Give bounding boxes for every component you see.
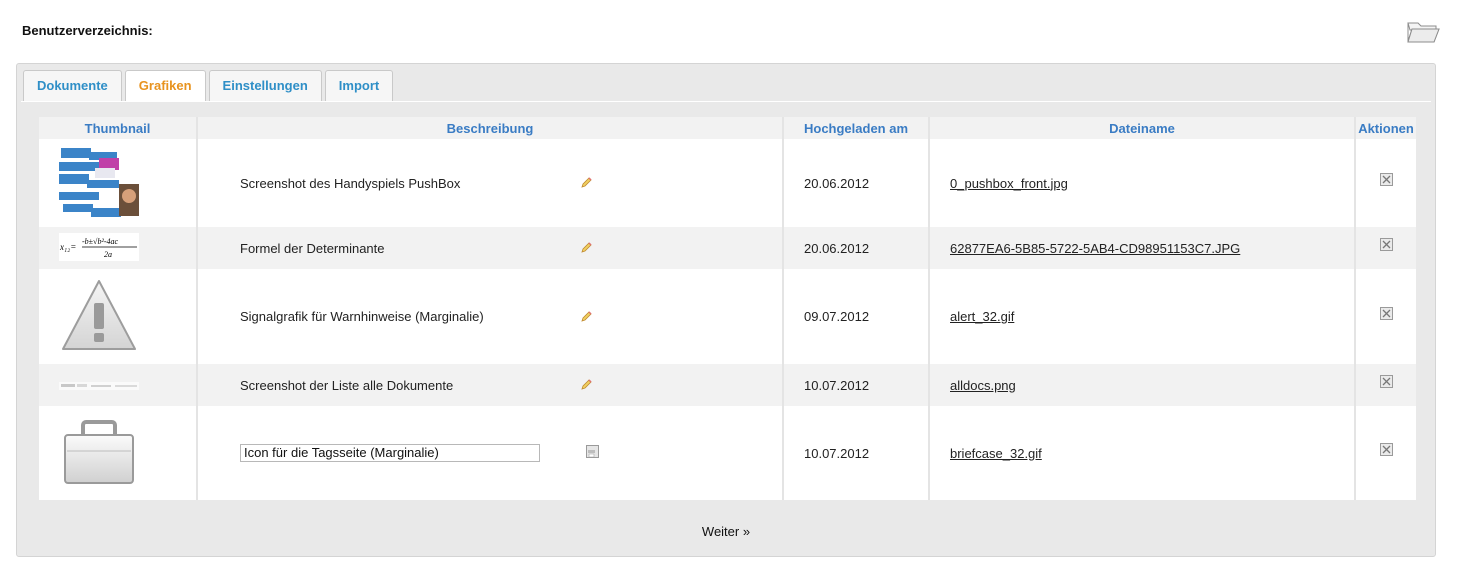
- table-row: Screenshot der Liste alle Dokumente 10.0…: [39, 364, 1416, 406]
- graphics-table: Thumbnail Beschreibung Hochgeladen am Da…: [39, 117, 1416, 500]
- description-cell: Screenshot der Liste alle Dokumente: [197, 364, 784, 406]
- description-cell: Screenshot des Handyspiels PushBox: [197, 139, 784, 227]
- svg-text:2a: 2a: [104, 250, 112, 259]
- description-text: Signalgrafik für Warnhinweise (Marginali…: [240, 309, 484, 324]
- description-cell: Formel der Determinante: [197, 227, 784, 269]
- actions-cell: [1355, 364, 1416, 406]
- table-row: x₁₂= -b±√b²-4ac 2a Formel der Determinan…: [39, 227, 1416, 269]
- filename-link[interactable]: briefcase_32.gif: [950, 446, 1042, 461]
- description-text: Formel der Determinante: [240, 240, 385, 256]
- date-cell: 20.06.2012: [783, 139, 930, 227]
- pencil-edit-icon[interactable]: [580, 379, 592, 391]
- filename-link[interactable]: 0_pushbox_front.jpg: [950, 176, 1068, 191]
- filename-cell: alldocs.png: [929, 364, 1356, 406]
- thumbnail-cell: [39, 269, 198, 364]
- date-cell: 09.07.2012: [783, 269, 930, 364]
- svg-text:-b±√b²-4ac: -b±√b²-4ac: [82, 237, 119, 246]
- briefcase-thumbnail[interactable]: [59, 417, 139, 487]
- column-header-description: Beschreibung: [197, 117, 784, 139]
- content-panel: Dokumente Grafiken Einstellungen Import …: [16, 63, 1436, 557]
- pencil-edit-icon[interactable]: [580, 310, 592, 323]
- actions-cell: [1355, 139, 1416, 227]
- tab-dokumente[interactable]: Dokumente: [23, 70, 122, 101]
- formula-thumbnail[interactable]: x₁₂= -b±√b²-4ac 2a: [59, 232, 139, 261]
- column-header-thumbnail: Thumbnail: [39, 117, 198, 139]
- description-cell: Signalgrafik für Warnhinweise (Marginali…: [197, 269, 784, 364]
- filename-link[interactable]: alert_32.gif: [950, 309, 1014, 324]
- table-row: 10.07.2012 briefcase_32.gif: [39, 406, 1416, 500]
- pushbox-screenshot-thumbnail[interactable]: [59, 143, 139, 220]
- tab-bar: Dokumente Grafiken Einstellungen Import: [23, 70, 394, 102]
- thumbnail-cell: x₁₂= -b±√b²-4ac 2a: [39, 227, 198, 269]
- page-title: Benutzerverzeichnis:: [22, 23, 153, 38]
- delete-icon[interactable]: [1379, 238, 1393, 251]
- column-header-actions: Aktionen: [1355, 117, 1416, 139]
- actions-cell: [1355, 406, 1416, 500]
- actions-cell: [1355, 227, 1416, 269]
- save-icon[interactable]: [586, 444, 599, 458]
- filename-cell: briefcase_32.gif: [929, 406, 1356, 500]
- tab-import[interactable]: Import: [324, 70, 394, 101]
- table-header-row: Thumbnail Beschreibung Hochgeladen am Da…: [39, 117, 1416, 139]
- delete-icon[interactable]: [1379, 375, 1393, 388]
- warning-triangle-thumbnail[interactable]: [59, 277, 139, 353]
- next-page-link[interactable]: Weiter »: [17, 524, 1435, 539]
- pencil-edit-icon[interactable]: [580, 177, 592, 189]
- date-cell: 10.07.2012: [783, 364, 930, 406]
- svg-text:x₁₂=: x₁₂=: [59, 242, 76, 252]
- description-text: Screenshot der Liste alle Dokumente: [240, 377, 454, 393]
- thumbnail-cell: [39, 139, 198, 227]
- table-row: Signalgrafik für Warnhinweise (Marginali…: [39, 269, 1416, 364]
- description-text: Screenshot des Handyspiels PushBox: [240, 175, 461, 191]
- delete-icon[interactable]: [1379, 306, 1393, 320]
- filename-link[interactable]: alldocs.png: [950, 378, 1016, 393]
- date-cell: 20.06.2012: [783, 227, 930, 269]
- document-list-thumbnail[interactable]: [59, 381, 139, 390]
- delete-icon[interactable]: [1379, 173, 1393, 186]
- pencil-edit-icon[interactable]: [580, 242, 592, 254]
- filename-cell: 62877EA6-5B85-5722-5AB4-CD98951153C7.JPG: [929, 227, 1356, 269]
- thumbnail-cell: [39, 364, 198, 406]
- column-header-date: Hochgeladen am: [783, 117, 930, 139]
- delete-icon[interactable]: [1379, 443, 1393, 456]
- actions-cell: [1355, 269, 1416, 364]
- tab-divider: [21, 101, 1431, 102]
- tab-einstellungen[interactable]: Einstellungen: [208, 70, 322, 101]
- filename-link[interactable]: 62877EA6-5B85-5722-5AB4-CD98951153C7.JPG: [950, 241, 1240, 256]
- filename-cell: 0_pushbox_front.jpg: [929, 139, 1356, 227]
- folder-open-icon[interactable]: [1406, 19, 1440, 45]
- description-edit-input[interactable]: [240, 444, 540, 462]
- date-cell: 10.07.2012: [783, 406, 930, 500]
- description-cell: [197, 406, 784, 500]
- filename-cell: alert_32.gif: [929, 269, 1356, 364]
- tab-grafiken[interactable]: Grafiken: [124, 70, 206, 102]
- column-header-filename: Dateiname: [929, 117, 1356, 139]
- thumbnail-cell: [39, 406, 198, 500]
- table-row: Screenshot des Handyspiels PushBox 20.06…: [39, 139, 1416, 227]
